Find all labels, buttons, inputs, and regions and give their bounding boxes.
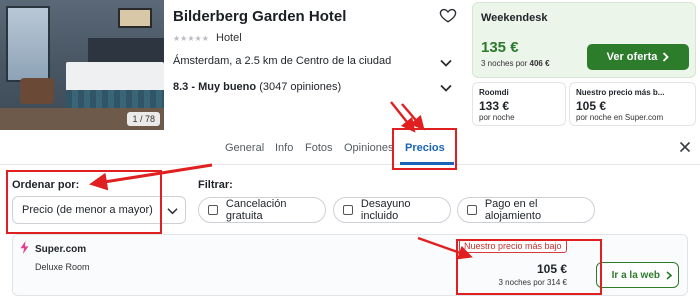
photo-counter: 1 / 78 (127, 112, 160, 126)
filter-breakfast-included[interactable]: Desayuno incluido (333, 197, 451, 223)
main-deal-nights-total: 406 € (529, 59, 550, 68)
annotation-box-sort (6, 170, 162, 234)
main-deal-nights-prefix: 3 noches por (481, 59, 528, 68)
deal-sub: por noche en Super.com (576, 113, 664, 122)
annotation-arrow (390, 101, 416, 133)
close-icon[interactable] (679, 141, 691, 153)
hotel-location[interactable]: Ámsterdam, a 2.5 km de Centro de la ciud… (173, 55, 391, 67)
tabs-divider (0, 164, 700, 165)
tab-info[interactable]: Info (275, 142, 293, 154)
hotel-type: Hotel (216, 32, 242, 44)
tab-opiniones[interactable]: Opiniones (344, 142, 394, 154)
deal-sub: por noche (479, 113, 515, 122)
checkbox[interactable] (467, 205, 477, 215)
offer-provider: Super.com (35, 244, 87, 255)
filter-option-label: Cancelación gratuita (225, 198, 287, 222)
view-offer-label: Ver oferta (606, 51, 658, 63)
main-deal-nights: 3 noches por 406 € (481, 59, 550, 68)
deal-provider: Nuestro precio más b... (576, 88, 665, 97)
deal-roomdi[interactable]: Roomdi 133 € por noche (472, 82, 566, 126)
rating-count: (3047 opiniones) (259, 81, 342, 93)
deal-price: 105 € (576, 99, 607, 113)
annotation-box-precios (392, 128, 457, 170)
tab-fotos[interactable]: Fotos (305, 142, 333, 154)
filter-label: Filtrar: (198, 179, 233, 191)
checkbox[interactable] (208, 205, 218, 215)
annotation-arrow (401, 103, 425, 131)
main-deal-panel[interactable]: Weekendesk 135 € 3 noches por 406 € Ver … (472, 2, 696, 78)
hotel-rating[interactable]: 8.3 - Muy bueno (3047 opiniones) (173, 81, 341, 93)
chevron-down-icon (167, 208, 178, 215)
go-to-website-label: Ir a la web (611, 269, 660, 281)
filter-option-label: Desayuno incluido (360, 198, 411, 222)
filter-pay-at-property[interactable]: Pago en el alojamiento (457, 197, 595, 223)
chevron-right-icon (663, 52, 670, 62)
deal-lowest-price[interactable]: Nuestro precio más b... 105 € por noche … (569, 82, 696, 126)
photo-window (6, 6, 50, 82)
main-deal-price: 135 € (481, 39, 519, 56)
tab-general[interactable]: General (225, 142, 264, 154)
deal-provider: Roomdi (479, 88, 509, 97)
heart-icon[interactable] (439, 6, 457, 24)
rating-score: 8.3 - Muy bueno (173, 81, 257, 93)
main-deal-provider: Weekendesk (481, 12, 548, 24)
chevron-right-icon (666, 270, 672, 280)
deal-price: 133 € (479, 99, 510, 113)
photo-wall-art (118, 8, 152, 28)
annotation-box-price (456, 239, 602, 295)
go-to-website-button[interactable]: Ir a la web (596, 262, 679, 288)
view-offer-button[interactable]: Ver oferta (587, 44, 689, 70)
chevron-down-icon[interactable] (440, 84, 452, 92)
chevron-down-icon[interactable] (440, 59, 452, 67)
checkbox[interactable] (343, 205, 353, 215)
filter-free-cancellation[interactable]: Cancelación gratuita (198, 197, 326, 223)
photo-chair (20, 78, 54, 104)
lightning-bolt-icon (20, 241, 29, 254)
offer-room-type: Deluxe Room (35, 262, 90, 272)
hotel-photo[interactable]: 1 / 78 (0, 0, 164, 130)
filter-option-label: Pago en el alojamiento (484, 198, 542, 222)
hotel-name[interactable]: Bilderberg Garden Hotel (173, 8, 346, 25)
hotel-stars: ★★★★★ (173, 34, 209, 43)
